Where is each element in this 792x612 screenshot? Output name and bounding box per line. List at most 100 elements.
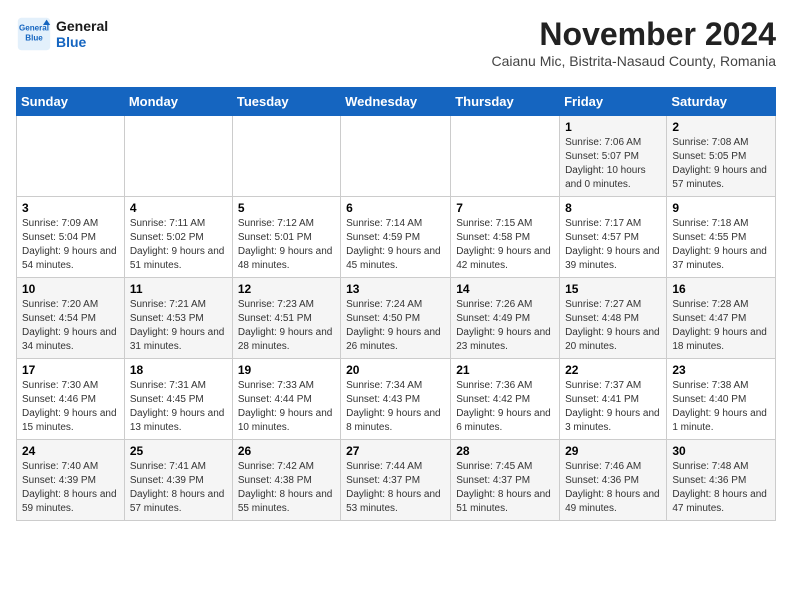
- calendar-cell: 22 Sunrise: 7:37 AM Sunset: 4:41 PM Dayli…: [560, 359, 667, 440]
- day-number: 10: [22, 282, 119, 296]
- day-info: Sunrise: 7:34 AM Sunset: 4:43 PM Dayligh…: [346, 379, 445, 435]
- calendar-cell: 6 Sunrise: 7:14 AM Sunset: 4:59 PM Daylig…: [341, 197, 451, 278]
- calendar-cell: 29 Sunrise: 7:46 AM Sunset: 4:36 PM Dayli…: [560, 440, 667, 521]
- calendar-cell: 15Sunrise: 7:27 AM Sunset: 4:48 PM Dayli…: [560, 278, 667, 359]
- calendar-cell: 10 Sunrise: 7:20 AM Sunset: 4:54 PM Dayli…: [17, 278, 125, 359]
- month-title: November 2024: [491, 16, 776, 53]
- logo-line1: General: [56, 18, 108, 34]
- day-info: Sunrise: 7:42 AM Sunset: 4:38 PM Dayligh…: [238, 460, 335, 516]
- calendar-table: SundayMondayTuesdayWednesdayThursdayFrid…: [16, 87, 776, 521]
- day-number: 11: [130, 282, 227, 296]
- day-info: Sunrise: 7:44 AM Sunset: 4:37 PM Dayligh…: [346, 460, 445, 516]
- day-number: 20: [346, 363, 445, 377]
- day-info: Sunrise: 7:46 AM Sunset: 4:36 PM Dayligh…: [565, 460, 661, 516]
- logo-icon: General Blue: [16, 16, 52, 52]
- calendar-cell: 19 Sunrise: 7:33 AM Sunset: 4:44 PM Dayli…: [232, 359, 340, 440]
- day-info: Sunrise: 7:33 AM Sunset: 4:44 PM Dayligh…: [238, 379, 335, 435]
- day-info: Sunrise: 7:23 AM Sunset: 4:51 PM Dayligh…: [238, 298, 335, 354]
- calendar-cell: 17 Sunrise: 7:30 AM Sunset: 4:46 PM Dayli…: [17, 359, 125, 440]
- logo: General Blue General Blue: [16, 16, 108, 52]
- calendar-cell: 13 Sunrise: 7:24 AM Sunset: 4:50 PM Dayli…: [341, 278, 451, 359]
- day-header-saturday: Saturday: [667, 88, 776, 116]
- day-number: 19: [238, 363, 335, 377]
- calendar-cell: 24Sunrise: 7:40 AM Sunset: 4:39 PM Dayli…: [17, 440, 125, 521]
- day-number: 8: [565, 201, 661, 215]
- calendar-cell: 21 Sunrise: 7:36 AM Sunset: 4:42 PM Dayli…: [451, 359, 560, 440]
- calendar-cell: 26Sunrise: 7:42 AM Sunset: 4:38 PM Dayli…: [232, 440, 340, 521]
- day-info: Sunrise: 7:30 AM Sunset: 4:46 PM Dayligh…: [22, 379, 119, 435]
- logo-line2: Blue: [56, 34, 108, 50]
- day-info: Sunrise: 7:20 AM Sunset: 4:54 PM Dayligh…: [22, 298, 119, 354]
- calendar-cell: 3 Sunrise: 7:09 AM Sunset: 5:04 PM Daylig…: [17, 197, 125, 278]
- calendar-cell: [17, 116, 125, 197]
- calendar-cell: [232, 116, 340, 197]
- day-number: 25: [130, 444, 227, 458]
- day-info: Sunrise: 7:09 AM Sunset: 5:04 PM Dayligh…: [22, 217, 119, 273]
- calendar-cell: 23 Sunrise: 7:38 AM Sunset: 4:40 PM Dayli…: [667, 359, 776, 440]
- day-info: Sunrise: 7:12 AM Sunset: 5:01 PM Dayligh…: [238, 217, 335, 273]
- calendar-cell: 7 Sunrise: 7:15 AM Sunset: 4:58 PM Daylig…: [451, 197, 560, 278]
- day-number: 15: [565, 282, 661, 296]
- day-header-tuesday: Tuesday: [232, 88, 340, 116]
- day-number: 7: [456, 201, 554, 215]
- calendar-cell: 16Sunrise: 7:28 AM Sunset: 4:47 PM Dayli…: [667, 278, 776, 359]
- day-number: 1: [565, 120, 661, 134]
- calendar-cell: 4 Sunrise: 7:11 AM Sunset: 5:02 PM Daylig…: [124, 197, 232, 278]
- day-number: 5: [238, 201, 335, 215]
- calendar-cell: 11 Sunrise: 7:21 AM Sunset: 4:53 PM Dayli…: [124, 278, 232, 359]
- day-number: 17: [22, 363, 119, 377]
- day-number: 13: [346, 282, 445, 296]
- day-info: Sunrise: 7:17 AM Sunset: 4:57 PM Dayligh…: [565, 217, 661, 273]
- calendar-cell: 30Sunrise: 7:48 AM Sunset: 4:36 PM Dayli…: [667, 440, 776, 521]
- day-number: 27: [346, 444, 445, 458]
- calendar-cell: 5 Sunrise: 7:12 AM Sunset: 5:01 PM Daylig…: [232, 197, 340, 278]
- calendar-cell: 27 Sunrise: 7:44 AM Sunset: 4:37 PM Dayli…: [341, 440, 451, 521]
- calendar-cell: [341, 116, 451, 197]
- svg-text:Blue: Blue: [25, 33, 43, 42]
- day-info: Sunrise: 7:37 AM Sunset: 4:41 PM Dayligh…: [565, 379, 661, 435]
- day-info: Sunrise: 7:14 AM Sunset: 4:59 PM Dayligh…: [346, 217, 445, 273]
- calendar-cell: 20 Sunrise: 7:34 AM Sunset: 4:43 PM Dayli…: [341, 359, 451, 440]
- calendar-cell: 18 Sunrise: 7:31 AM Sunset: 4:45 PM Dayli…: [124, 359, 232, 440]
- day-header-monday: Monday: [124, 88, 232, 116]
- subtitle: Caianu Mic, Bistrita-Nasaud County, Roma…: [491, 53, 776, 69]
- day-header-thursday: Thursday: [451, 88, 560, 116]
- day-info: Sunrise: 7:48 AM Sunset: 4:36 PM Dayligh…: [672, 460, 770, 516]
- day-number: 9: [672, 201, 770, 215]
- calendar-cell: 12 Sunrise: 7:23 AM Sunset: 4:51 PM Dayli…: [232, 278, 340, 359]
- day-header-sunday: Sunday: [17, 88, 125, 116]
- day-number: 4: [130, 201, 227, 215]
- day-number: 2: [672, 120, 770, 134]
- calendar-cell: [451, 116, 560, 197]
- day-info: Sunrise: 7:21 AM Sunset: 4:53 PM Dayligh…: [130, 298, 227, 354]
- calendar-cell: [124, 116, 232, 197]
- day-number: 3: [22, 201, 119, 215]
- day-number: 12: [238, 282, 335, 296]
- day-number: 23: [672, 363, 770, 377]
- calendar-cell: 9 Sunrise: 7:18 AM Sunset: 4:55 PM Daylig…: [667, 197, 776, 278]
- day-number: 29: [565, 444, 661, 458]
- calendar-cell: 8 Sunrise: 7:17 AM Sunset: 4:57 PM Daylig…: [560, 197, 667, 278]
- day-info: Sunrise: 7:08 AM Sunset: 5:05 PM Dayligh…: [672, 136, 770, 192]
- day-info: Sunrise: 7:36 AM Sunset: 4:42 PM Dayligh…: [456, 379, 554, 435]
- day-info: Sunrise: 7:45 AM Sunset: 4:37 PM Dayligh…: [456, 460, 554, 516]
- day-info: Sunrise: 7:28 AM Sunset: 4:47 PM Dayligh…: [672, 298, 770, 354]
- day-info: Sunrise: 7:18 AM Sunset: 4:55 PM Dayligh…: [672, 217, 770, 273]
- day-info: Sunrise: 7:11 AM Sunset: 5:02 PM Dayligh…: [130, 217, 227, 273]
- day-info: Sunrise: 7:31 AM Sunset: 4:45 PM Dayligh…: [130, 379, 227, 435]
- calendar-cell: 25Sunrise: 7:41 AM Sunset: 4:39 PM Dayli…: [124, 440, 232, 521]
- calendar-cell: 14 Sunrise: 7:26 AM Sunset: 4:49 PM Dayli…: [451, 278, 560, 359]
- calendar-cell: 1Sunrise: 7:06 AM Sunset: 5:07 PM Daylig…: [560, 116, 667, 197]
- day-number: 18: [130, 363, 227, 377]
- day-info: Sunrise: 7:26 AM Sunset: 4:49 PM Dayligh…: [456, 298, 554, 354]
- day-info: Sunrise: 7:24 AM Sunset: 4:50 PM Dayligh…: [346, 298, 445, 354]
- day-number: 21: [456, 363, 554, 377]
- day-number: 14: [456, 282, 554, 296]
- day-header-wednesday: Wednesday: [341, 88, 451, 116]
- day-info: Sunrise: 7:40 AM Sunset: 4:39 PM Dayligh…: [22, 460, 119, 516]
- calendar-cell: 2 Sunrise: 7:08 AM Sunset: 5:05 PM Daylig…: [667, 116, 776, 197]
- day-info: Sunrise: 7:15 AM Sunset: 4:58 PM Dayligh…: [456, 217, 554, 273]
- day-info: Sunrise: 7:38 AM Sunset: 4:40 PM Dayligh…: [672, 379, 770, 435]
- day-number: 22: [565, 363, 661, 377]
- day-number: 6: [346, 201, 445, 215]
